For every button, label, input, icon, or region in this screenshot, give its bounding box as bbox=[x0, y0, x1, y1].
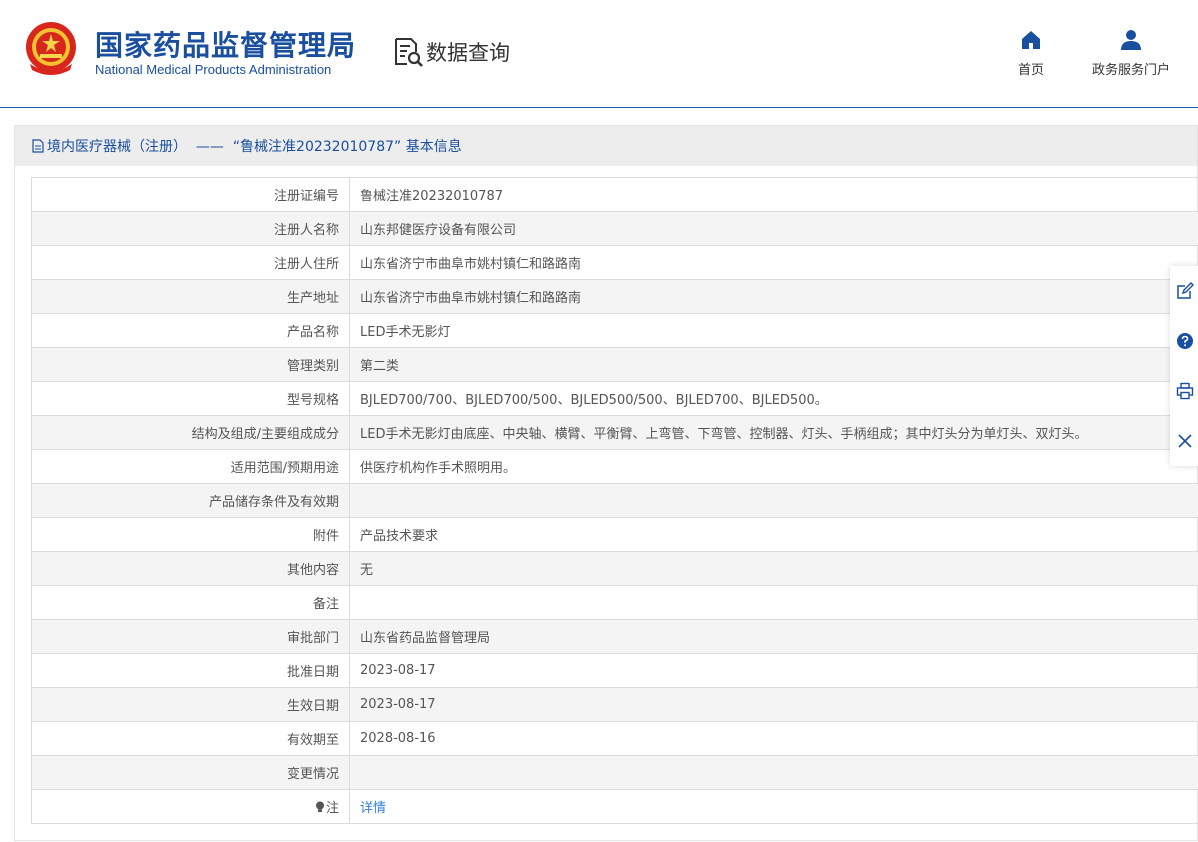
field-value: 供医疗机构作手术照明用。 bbox=[349, 449, 1198, 484]
field-label: 生产地址 bbox=[31, 279, 350, 314]
table-row: 附件 产品技术要求 bbox=[31, 517, 1198, 552]
field-label: 有效期至 bbox=[31, 721, 350, 756]
print-button[interactable] bbox=[1170, 366, 1198, 416]
table-row: 备注 bbox=[31, 585, 1198, 620]
field-label: 变更情况 bbox=[31, 755, 350, 790]
data-query-label: 数据查询 bbox=[426, 41, 510, 65]
user-icon bbox=[1121, 30, 1141, 50]
field-value: 无 bbox=[349, 551, 1198, 586]
table-row: 生效日期 2023-08-17 bbox=[31, 687, 1198, 722]
field-label: 注册证编号 bbox=[31, 177, 350, 212]
note-label: 注 bbox=[325, 801, 339, 816]
field-label: 管理类别 bbox=[31, 347, 350, 382]
table-row: 有效期至 2028-08-16 bbox=[31, 721, 1198, 756]
field-value: 山东省济宁市曲阜市姚村镇仁和路路南 bbox=[349, 279, 1198, 314]
field-value: 山东省药品监督管理局 bbox=[349, 619, 1198, 654]
table-row: 适用范围/预期用途 供医疗机构作手术照明用。 bbox=[31, 449, 1198, 484]
print-icon bbox=[1176, 382, 1194, 400]
field-label: 生效日期 bbox=[31, 687, 350, 722]
field-value: 2023-08-17 bbox=[349, 687, 1198, 722]
field-value bbox=[349, 483, 1198, 518]
field-value: 鲁械注准20232010787 bbox=[349, 177, 1198, 212]
table-row: 产品名称 LED手术无影灯 bbox=[31, 313, 1198, 348]
note-label-cell: 注 bbox=[31, 789, 350, 824]
document-search-icon bbox=[395, 38, 423, 67]
table-row: 注册人住所 山东省济宁市曲阜市姚村镇仁和路路南 bbox=[31, 245, 1198, 280]
nav-service-portal[interactable]: 政务服务门户 bbox=[1083, 28, 1179, 78]
side-toolbar bbox=[1170, 266, 1198, 466]
edit-button[interactable] bbox=[1170, 266, 1198, 316]
field-value: BJLED700/700、BJLED700/500、BJLED500/500、B… bbox=[349, 381, 1198, 416]
table-row: 注册人名称 山东邦健医疗设备有限公司 bbox=[31, 211, 1198, 246]
field-label: 审批部门 bbox=[31, 619, 350, 654]
field-label: 型号规格 bbox=[31, 381, 350, 416]
table-row: 审批部门 山东省药品监督管理局 bbox=[31, 619, 1198, 654]
org-name-en: National Medical Products Administration bbox=[95, 62, 332, 77]
panel-title-bar: 境内医疗器械（注册） —— “鲁械注准20232010787” 基本信息 bbox=[15, 126, 1197, 166]
field-value: LED手术无影灯 bbox=[349, 313, 1198, 348]
site-header: 国家药品监督管理局 National Medical Products Admi… bbox=[0, 0, 1198, 108]
field-label: 产品储存条件及有效期 bbox=[31, 483, 350, 518]
field-label: 批准日期 bbox=[31, 653, 350, 688]
help-icon bbox=[1177, 333, 1193, 349]
table-row: 变更情况 bbox=[31, 755, 1198, 790]
field-value: 山东邦健医疗设备有限公司 bbox=[349, 211, 1198, 246]
table-row: 其他内容无 bbox=[31, 551, 1198, 586]
edit-icon bbox=[1177, 282, 1194, 299]
field-label: 备注 bbox=[31, 585, 350, 620]
org-name-cn: 国家药品监督管理局 bbox=[95, 29, 357, 62]
table-row: 型号规格 BJLED700/700、BJLED700/500、BJLED500/5… bbox=[31, 381, 1198, 416]
lightbulb-icon bbox=[315, 801, 324, 812]
home-icon bbox=[1022, 31, 1040, 49]
field-label: 产品名称 bbox=[31, 313, 350, 348]
nav-service-portal-label: 政务服务门户 bbox=[1091, 63, 1170, 78]
field-value: 产品技术要求 bbox=[349, 517, 1198, 552]
field-label: 注册人住所 bbox=[31, 245, 350, 280]
help-button[interactable] bbox=[1170, 316, 1198, 366]
field-label: 结构及组成/主要组成成分 bbox=[31, 415, 350, 450]
close-button[interactable] bbox=[1170, 416, 1198, 466]
nav-home[interactable]: 首页 bbox=[1010, 28, 1052, 78]
document-icon bbox=[32, 139, 44, 153]
table-row: 批准日期 2023-08-17 bbox=[31, 653, 1198, 688]
national-emblem-icon bbox=[26, 22, 76, 75]
nav-home-label: 首页 bbox=[1017, 63, 1044, 78]
close-icon bbox=[1178, 434, 1192, 448]
field-value: 第二类 bbox=[349, 347, 1198, 382]
field-value: 山东省济宁市曲阜市姚村镇仁和路路南 bbox=[349, 245, 1198, 280]
field-label: 其他内容 bbox=[31, 551, 350, 586]
field-value: 2028-08-16 bbox=[349, 721, 1198, 756]
device-info-table: 注册证编号 鲁械注准20232010787 注册人名称 山东邦健医疗设备有限公司 注册人… bbox=[31, 177, 1198, 824]
field-value: 2023-08-17 bbox=[349, 653, 1198, 688]
panel-title: 境内医疗器械（注册） —— “鲁械注准20232010787” 基本信息 bbox=[47, 139, 462, 155]
table-row: 产品储存条件及有效期 bbox=[31, 483, 1198, 518]
detail-panel: 境内医疗器械（注册） —— “鲁械注准20232010787” 基本信息 注册证… bbox=[14, 125, 1198, 841]
details-link[interactable]: 详情 bbox=[349, 789, 1198, 824]
table-row: 生产地址 山东省济宁市曲阜市姚村镇仁和路路南 bbox=[31, 279, 1198, 314]
field-value: LED手术无影灯由底座、中央轴、横臂、平衡臂、上弯管、下弯管、控制器、灯头、手柄… bbox=[349, 415, 1198, 450]
table-row: 管理类别 第二类 bbox=[31, 347, 1198, 382]
table-row: 注册证编号 鲁械注准20232010787 bbox=[31, 177, 1198, 212]
field-value bbox=[349, 585, 1198, 620]
table-row-note: 注详情 bbox=[31, 789, 1198, 824]
field-label: 适用范围/预期用途 bbox=[31, 449, 350, 484]
table-row: 结构及组成/主要组成成分 LED手术无影灯由底座、中央轴、横臂、平衡臂、上弯管、下… bbox=[31, 415, 1198, 450]
field-value bbox=[349, 755, 1198, 790]
field-label: 注册人名称 bbox=[31, 211, 350, 246]
field-label: 附件 bbox=[31, 517, 350, 552]
data-query-title: 数据查询 bbox=[392, 36, 510, 68]
